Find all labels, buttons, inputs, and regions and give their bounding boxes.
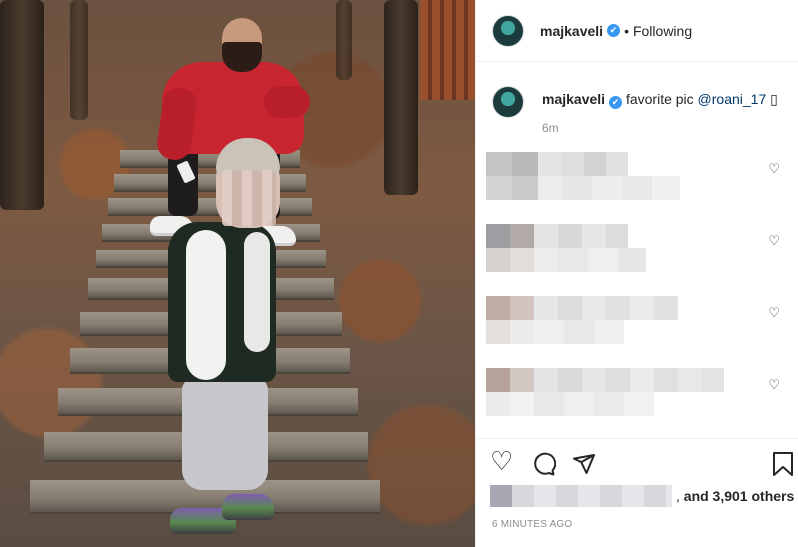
man-arm-right: [264, 86, 310, 118]
boy-pants: [182, 378, 268, 490]
boy-sneaker-right: [222, 494, 274, 520]
comment-like-icon[interactable]: ♡: [768, 162, 780, 175]
likes-count[interactable]: , and 3,901 others: [676, 488, 794, 504]
comment-like-icon[interactable]: ♡: [768, 306, 780, 319]
post-timestamp[interactable]: 6 MINUTES AGO: [492, 519, 572, 530]
comment-pixelated-line: [486, 224, 628, 248]
wooden-fence: [420, 0, 475, 100]
post-header: majkaveli ✔ • Following: [476, 0, 798, 62]
tree-trunk-right: [384, 0, 418, 195]
save-bookmark-icon[interactable]: [772, 451, 794, 482]
verified-badge-icon: ✔: [607, 24, 621, 37]
avatar[interactable]: [492, 14, 524, 47]
liker-names-blurred: [512, 485, 672, 507]
caption: majkaveli ✔ favorite pic @roani_17 ▯ 6m: [492, 86, 787, 137]
caption-avatar[interactable]: [492, 86, 524, 118]
comment-pixelated-line: [486, 152, 628, 176]
caption-verified-badge-icon: ✔: [609, 96, 623, 109]
comment-item: ♡: [486, 294, 786, 354]
boy-sleeve-left: [186, 230, 226, 380]
post-side-panel: majkaveli ✔ • Following majkaveli ✔ favor…: [475, 0, 798, 547]
comment-bubble-icon[interactable]: [532, 452, 557, 481]
post-photo[interactable]: [0, 0, 475, 547]
share-plane-icon[interactable]: [572, 452, 596, 481]
tree-trunk-mid: [70, 0, 88, 120]
like-heart-icon[interactable]: ♡: [490, 448, 513, 474]
post-actions: ♡ , and 3,901 others 6 MINUTES AGO: [476, 438, 798, 547]
caption-emoji: ▯: [770, 91, 778, 107]
comment-pixelated-line: [486, 392, 654, 416]
comment-like-icon[interactable]: ♡: [768, 234, 780, 247]
comment-pixelated-line: [486, 248, 646, 272]
caption-mention-link[interactable]: @roani_17: [698, 91, 767, 107]
caption-username[interactable]: majkaveli: [542, 91, 605, 107]
comment-item: ♡: [486, 366, 786, 426]
comment-like-icon[interactable]: ♡: [768, 378, 780, 391]
header-username[interactable]: majkaveli: [540, 23, 603, 39]
following-button[interactable]: Following: [633, 23, 692, 39]
tree-trunk-far-right: [336, 0, 352, 80]
comment-pixelated-line: [486, 368, 724, 392]
caption-text: favorite pic: [625, 91, 694, 107]
header-separator: •: [624, 22, 629, 39]
caption-body: majkaveli ✔ favorite pic @roani_17 ▯ 6m: [542, 86, 778, 137]
caption-timestamp[interactable]: 6m: [542, 119, 778, 137]
boy-sleeve-right: [244, 232, 270, 352]
likes-summary[interactable]: , and 3,901 others: [490, 485, 794, 507]
comment-pixelated-line: [486, 320, 624, 344]
comment-item: ♡: [486, 150, 786, 210]
liker-avatar-blurred[interactable]: [490, 485, 512, 507]
comment-pixelated-line: [486, 176, 680, 200]
comment-pixelated-line: [486, 296, 678, 320]
comment-item: ♡: [486, 222, 786, 282]
face-blur: [222, 170, 276, 226]
